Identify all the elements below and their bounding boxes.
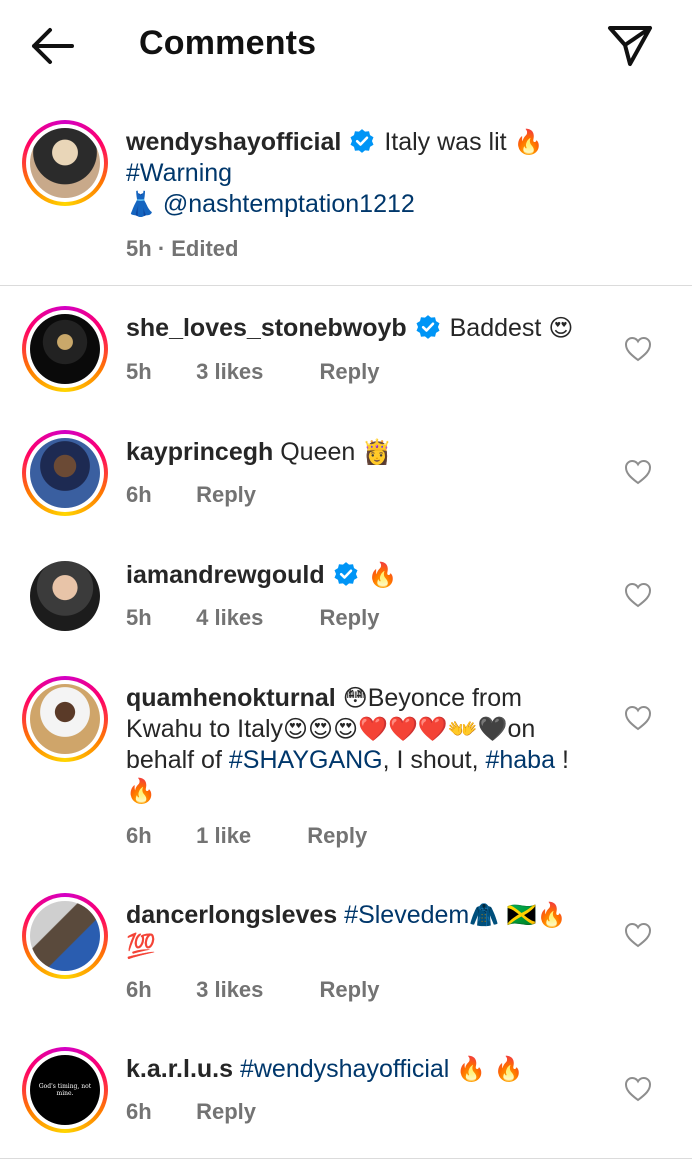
divider	[0, 285, 692, 286]
hashtag-link[interactable]: #Slevedem	[344, 901, 469, 929]
avatar[interactable]	[22, 676, 108, 762]
timestamp: 6h	[126, 482, 152, 507]
heart-eyes-emoji: 😍	[548, 314, 574, 342]
hashtag-link[interactable]: #SHAYGANG	[229, 746, 383, 774]
coat-flag-fire-emoji: 🧥 🇯🇲🔥	[469, 901, 567, 929]
username[interactable]: wendyshayofficial	[126, 128, 341, 156]
arrow-left-icon	[32, 28, 74, 64]
like-heart-icon[interactable]	[624, 459, 652, 485]
like-heart-icon[interactable]	[624, 922, 652, 948]
likes-count[interactable]: 1 like	[196, 823, 251, 849]
like-heart-icon[interactable]	[624, 1076, 652, 1102]
likes-count[interactable]: 3 likes	[196, 977, 263, 1003]
avatar[interactable]	[22, 430, 108, 516]
timestamp: 6h	[126, 823, 152, 848]
comment-meta: 6h Reply	[126, 1099, 256, 1125]
mention-link[interactable]: @nashtemptation1212	[163, 190, 415, 218]
like-heart-icon[interactable]	[624, 705, 652, 731]
avatar[interactable]	[22, 553, 108, 639]
comment-meta: 5h 3 likes Reply	[126, 359, 379, 385]
timestamp: 6h	[126, 977, 152, 1002]
avatar[interactable]	[22, 120, 108, 206]
caption-text: wendyshayofficial Italy was lit 🔥 #Warni…	[126, 127, 596, 220]
edited-label: · Edited	[157, 236, 239, 261]
username[interactable]: quamhenokturnal	[126, 684, 336, 712]
timestamp: 6h	[126, 1099, 152, 1124]
comment-text: quamhenokturnal 😳Beyonce from Kwahu to I…	[126, 683, 596, 807]
header-bar: Comments	[0, 0, 692, 92]
timestamp: 5h	[126, 236, 152, 261]
avatar[interactable]	[22, 306, 108, 392]
reply-button[interactable]: Reply	[307, 823, 367, 849]
caption-text-1: Italy was lit	[384, 128, 507, 156]
username[interactable]: she_loves_stonebwoyb	[126, 314, 407, 342]
comment-body-5: , I shout,	[382, 746, 479, 774]
username[interactable]: kayprincegh	[126, 438, 273, 466]
comment-meta: 6h Reply	[126, 482, 256, 508]
comment-body-4: behalf of	[126, 746, 222, 774]
username[interactable]: iamandrewgould	[126, 561, 325, 589]
comment-body: Queen	[280, 438, 356, 466]
verified-badge-icon	[334, 562, 358, 586]
comment-text: dancerlongsleves #Slevedem🧥 🇯🇲🔥 💯	[126, 900, 596, 962]
back-button[interactable]	[26, 24, 78, 68]
comment-body-2: Kwahu to Italy	[126, 715, 284, 743]
princess-emoji: 👸	[362, 438, 393, 466]
reply-button[interactable]: Reply	[320, 605, 380, 631]
reply-button[interactable]: Reply	[196, 1099, 256, 1125]
comment-text: iamandrewgould 🔥	[126, 560, 596, 591]
page-title: Comments	[139, 24, 317, 62]
hundred-emoji: 💯	[126, 932, 156, 960]
like-heart-icon[interactable]	[624, 336, 652, 362]
likes-count[interactable]: 4 likes	[196, 605, 263, 631]
reply-button[interactable]: Reply	[320, 977, 380, 1003]
divider	[0, 1158, 692, 1159]
comment-body-6: !	[555, 746, 569, 774]
caption-meta: 5h · Edited	[126, 236, 238, 262]
verified-badge-icon	[350, 129, 374, 153]
paper-plane-icon	[608, 26, 652, 66]
comment-meta: 6h 3 likes Reply	[126, 977, 379, 1003]
fire-emoji: 🔥	[367, 561, 398, 589]
username[interactable]: dancerlongsleves	[126, 901, 337, 929]
comment-body-1: Beyonce from	[367, 684, 522, 712]
comment-text: she_loves_stonebwoyb Baddest 😍	[126, 313, 596, 344]
avatar-caption-text: God's timing, not mine.	[38, 1083, 92, 1097]
hearts-emoji: 😍😍😍❤️❤️❤️👐🖤	[283, 715, 508, 743]
fire-emoji: 🔥	[513, 128, 544, 156]
timestamp: 5h	[126, 359, 152, 384]
comment-body: Baddest	[449, 314, 542, 342]
comment-body-3: on	[507, 715, 536, 743]
share-button[interactable]	[604, 20, 654, 70]
timestamp: 5h	[126, 605, 152, 630]
dress-emoji: 👗	[126, 190, 156, 218]
comment-text: kayprincegh Queen 👸	[126, 437, 596, 468]
hashtag-link[interactable]: #haba	[485, 746, 555, 774]
fire-emoji: 🔥	[126, 777, 156, 805]
verified-badge-icon	[416, 315, 440, 339]
flushed-emoji: 😳	[342, 684, 368, 712]
comment-meta: 6h 1 like Reply	[126, 823, 367, 849]
like-heart-icon[interactable]	[624, 582, 652, 608]
avatar[interactable]: God's timing, not mine.	[22, 1047, 108, 1133]
hashtag-link[interactable]: #Warning	[126, 159, 232, 187]
comment-meta: 5h 4 likes Reply	[126, 605, 379, 631]
reply-button[interactable]: Reply	[320, 359, 380, 385]
username[interactable]: k.a.r.l.u.s	[126, 1055, 233, 1083]
avatar[interactable]	[22, 893, 108, 979]
likes-count[interactable]: 3 likes	[196, 359, 263, 385]
hashtag-link[interactable]: #wendyshayofficial	[240, 1055, 449, 1083]
comment-text: k.a.r.l.u.s #wendyshayofficial 🔥 🔥	[126, 1054, 596, 1085]
reply-button[interactable]: Reply	[196, 482, 256, 508]
fire-emoji: 🔥 🔥	[456, 1055, 524, 1083]
